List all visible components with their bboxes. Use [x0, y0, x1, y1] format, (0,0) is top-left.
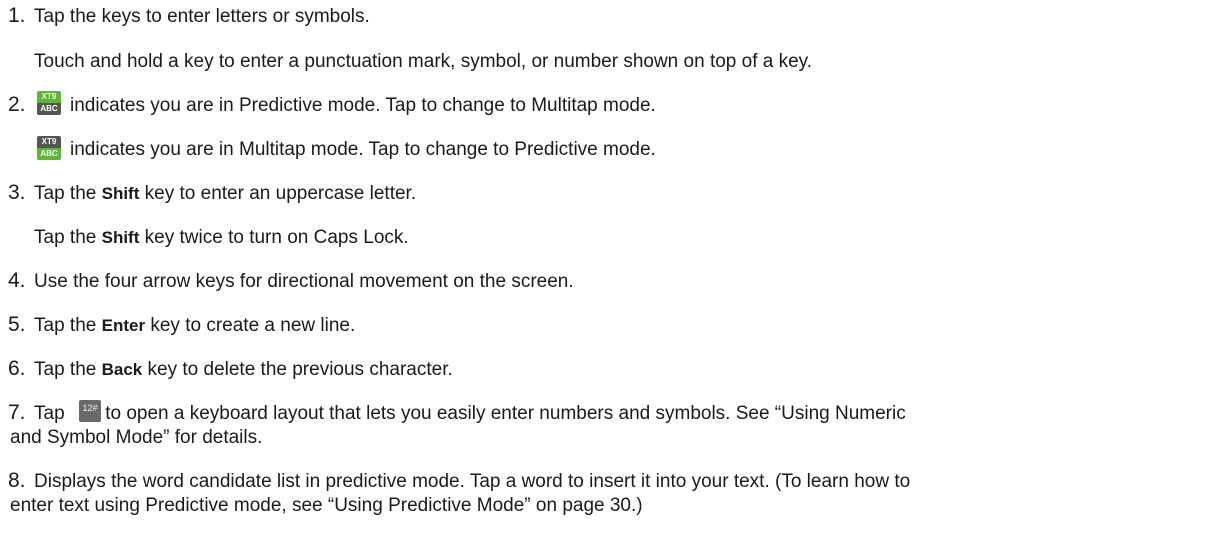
key-name: Enter: [101, 316, 146, 335]
key-name: Shift: [101, 228, 140, 247]
step-7-continued: and Symbol Mode” for details.: [10, 427, 263, 448]
step-number-8: 8.: [8, 469, 26, 492]
step-number-4: 4.: [8, 269, 26, 292]
manual-page: 1. Tap the keys to enter letters or symb…: [0, 0, 1212, 534]
step-4-text: Use the four arrow keys for directional …: [34, 271, 574, 292]
step-2-detail: indicates you are in Multitap mode. Tap …: [70, 139, 656, 160]
key-name: Back: [101, 360, 143, 379]
step-2-text: indicates you are in Predictive mode. Ta…: [70, 95, 656, 116]
step-number-6: 6.: [8, 357, 26, 380]
step-number-7: 7.: [8, 401, 26, 424]
step-number-3: 3.: [8, 181, 26, 204]
step-number-1: 1.: [8, 4, 26, 27]
step-3-text: Tap the Shift key to enter an uppercase …: [34, 183, 417, 204]
step-8-text: Displays the word candidate list in pred…: [34, 471, 911, 492]
step-3-detail: Tap the Shift key twice to turn on Caps …: [34, 227, 409, 248]
xt9-abc-icon: XT9 ABC: [37, 91, 61, 115]
numeric-symbol-icon: 12#: [79, 400, 101, 422]
xt9-abc-icon: XT9 ABC: [37, 136, 61, 160]
step-8-continued: enter text using Predictive mode, see “U…: [10, 495, 643, 516]
step-1-detail: Touch and hold a key to enter a punctuat…: [34, 51, 813, 72]
step-6-text: Tap the Back key to delete the previous …: [34, 359, 453, 380]
step-5-text: Tap the Enter key to create a new line.: [34, 315, 356, 336]
key-name: Shift: [101, 184, 140, 203]
step-number-2: 2.: [8, 93, 26, 116]
step-number-5: 5.: [8, 313, 26, 336]
step-7-text: Tap to open a keyboard layout that lets …: [34, 403, 906, 424]
step-1-text: Tap the keys to enter letters or symbols…: [34, 6, 370, 27]
